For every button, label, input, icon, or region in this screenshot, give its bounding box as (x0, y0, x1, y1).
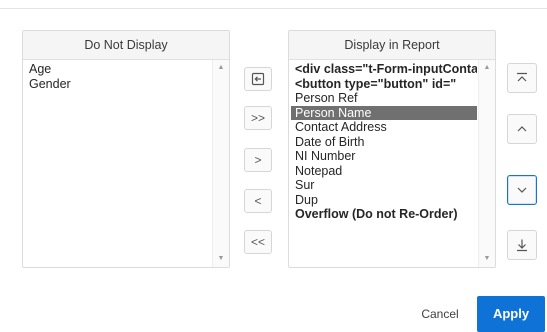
display-in-report-panel: Display in Report <div class="t-Form-inp… (288, 30, 496, 268)
cancel-button[interactable]: Cancel (416, 303, 464, 325)
scroll-down-arrow-icon[interactable]: ▼ (213, 254, 229, 264)
list-item[interactable]: Person Ref (291, 91, 477, 106)
list-item[interactable]: Notepad (291, 164, 477, 179)
list-item[interactable]: NI Number (291, 149, 477, 164)
apply-button[interactable]: Apply (477, 296, 545, 332)
right-list-scrollbar[interactable]: ▲ ▼ (478, 60, 495, 267)
list-item-selected[interactable]: Person Name (291, 105, 477, 120)
do-not-display-panel: Do Not Display Age Gender ▲ ▼ (22, 30, 230, 268)
scroll-up-arrow-icon[interactable]: ▲ (479, 63, 495, 73)
list-item[interactable]: Age (25, 62, 211, 77)
scroll-down-arrow-icon[interactable]: ▼ (479, 254, 495, 264)
list-item[interactable]: Contact Address (291, 120, 477, 135)
reset-icon (251, 72, 265, 86)
move-top-button[interactable] (507, 63, 537, 93)
move-all-left-icon: << (250, 235, 265, 249)
move-top-icon (515, 71, 529, 85)
list-item[interactable]: Date of Birth (291, 135, 477, 150)
move-bottom-button[interactable] (507, 230, 537, 260)
do-not-display-title: Do Not Display (23, 31, 229, 60)
dialog-top-divider (0, 8, 547, 9)
list-item[interactable]: <button type="button" id=" (291, 77, 477, 92)
move-left-icon: < (254, 194, 262, 208)
do-not-display-list[interactable]: Age Gender (23, 61, 213, 267)
display-in-report-list[interactable]: <div class="t-Form-inputContainer"><butt… (289, 61, 479, 267)
move-all-right-icon: >> (250, 111, 265, 125)
move-up-button[interactable] (507, 114, 537, 144)
list-item[interactable]: Sur (291, 178, 477, 193)
left-list-scrollbar[interactable]: ▲ ▼ (212, 60, 229, 267)
move-all-left-button[interactable]: << (244, 230, 272, 254)
move-down-button[interactable] (507, 175, 537, 205)
list-item[interactable]: Gender (25, 77, 211, 92)
list-item[interactable]: Overflow (Do not Re-Order) (291, 207, 477, 222)
list-item[interactable]: <div class="t-Form-inputContainer"> (291, 62, 477, 77)
scroll-up-arrow-icon[interactable]: ▲ (213, 63, 229, 73)
move-left-button[interactable]: < (244, 189, 272, 213)
display-in-report-title: Display in Report (289, 31, 495, 60)
list-item[interactable]: Dup (291, 193, 477, 208)
move-all-right-button[interactable]: >> (244, 106, 272, 130)
reset-button[interactable] (244, 67, 272, 91)
move-bottom-icon (515, 238, 529, 252)
move-up-icon (515, 122, 529, 136)
move-down-icon (515, 183, 529, 197)
move-right-button[interactable]: > (244, 148, 272, 172)
move-right-icon: > (254, 153, 262, 167)
